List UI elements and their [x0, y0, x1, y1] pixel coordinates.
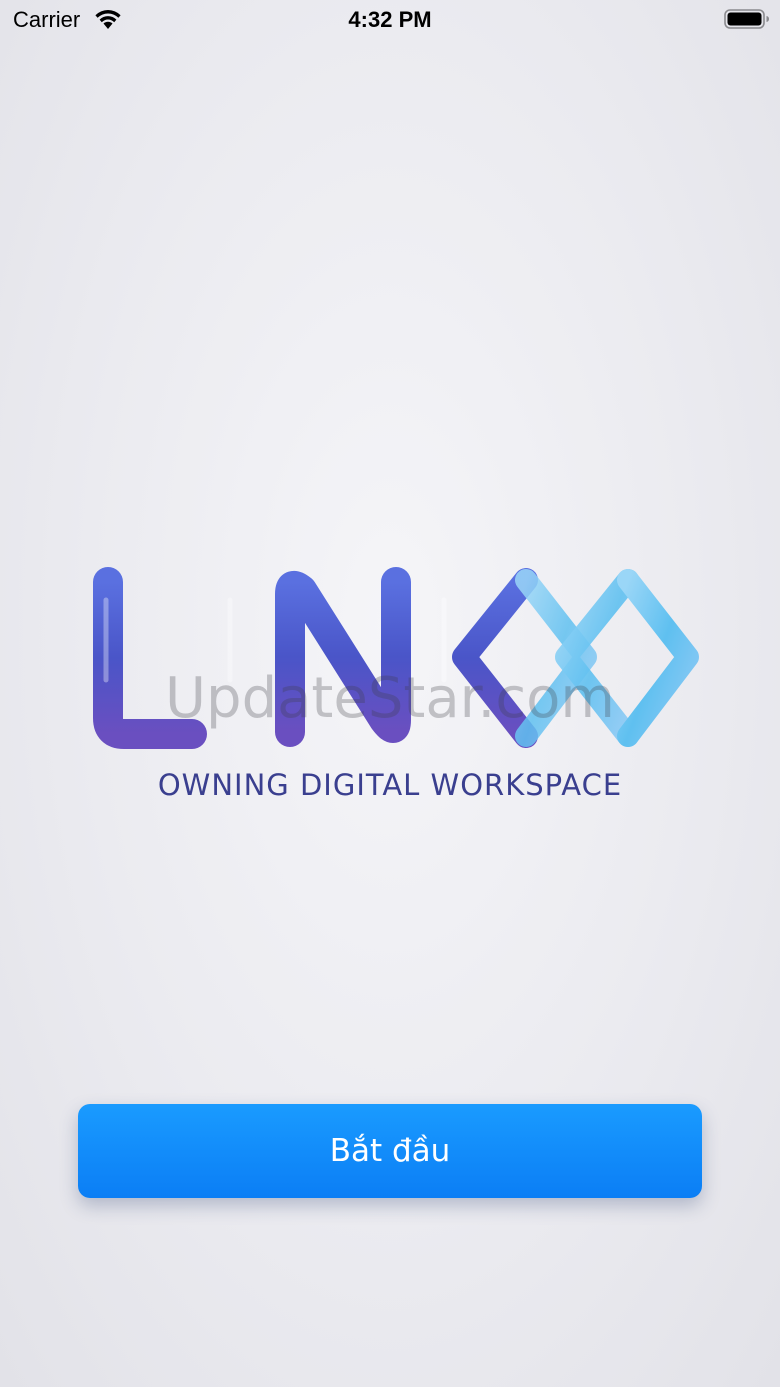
tagline: OWNING DIGITAL WORKSPACE [157, 768, 623, 802]
watermark: UpdateStar.com [165, 666, 615, 731]
start-button[interactable]: Bắt đầu [78, 1104, 702, 1198]
battery-icon [724, 9, 769, 29]
clock: 4:32 PM [348, 7, 432, 32]
status-bar: Carrier 4:32 PM [0, 0, 780, 40]
